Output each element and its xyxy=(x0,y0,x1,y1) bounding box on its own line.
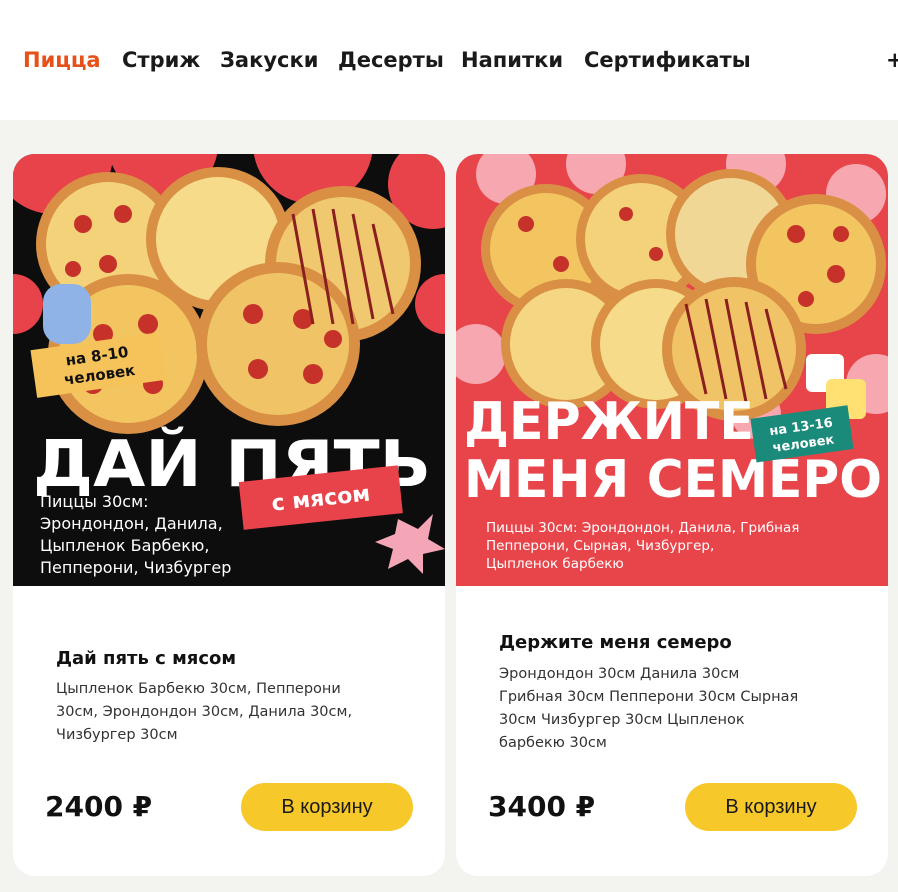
nav-item-desserts[interactable]: Десерты xyxy=(338,48,444,72)
nav-more-button[interactable]: + xyxy=(886,48,898,72)
banner-text-line: Пепперони, Чизбургер xyxy=(40,558,231,577)
product-price: 2400 ₽ xyxy=(45,790,153,823)
banner-text-line: Пиццы 30см: Эрондондон, Данила, Грибная xyxy=(486,520,799,536)
add-to-cart-button[interactable]: В корзину xyxy=(241,783,413,831)
description-line: 30см Чизбургер 30см Цыпленок xyxy=(499,712,745,728)
product-banner-image: ДЕРЖИТЕ МЕНЯ СЕМЕРО на 13-16 человек Пиц… xyxy=(456,154,888,586)
description-line: Чизбургер 30см xyxy=(56,727,178,743)
banner-text-line: Цыпленок Барбекю, xyxy=(40,536,209,555)
product-description: Эрондондон 30см Данила 30см Грибная 30см… xyxy=(499,663,829,755)
category-nav: Пицца Стриж Закуски Десерты Напитки Серт… xyxy=(0,0,898,120)
nav-item-certificates[interactable]: Сертификаты xyxy=(584,48,751,72)
product-title: Держите меня семеро xyxy=(499,632,732,653)
banner-text-line: Пепперони, Сырная, Чизбургер, xyxy=(486,538,714,554)
nav-item-pizza[interactable]: Пицца xyxy=(23,48,101,72)
banner-headline: МЕНЯ СЕМЕРО xyxy=(464,450,882,510)
nav-item-strizh[interactable]: Стриж xyxy=(122,48,200,72)
hand-icon xyxy=(43,284,91,344)
description-line: 30см, Эрондондон 30см, Данила 30см, xyxy=(56,704,353,720)
description-line: барбекю 30см xyxy=(499,735,607,751)
banner-headline: ДЕРЖИТЕ xyxy=(464,392,754,452)
product-price: 3400 ₽ xyxy=(488,790,596,823)
product-card[interactable]: на 8-10 человек ДАЙ ПЯТЬ с мясом Пиццы 3… xyxy=(13,154,445,876)
banner-text-line: Цыпленок барбекю xyxy=(486,556,624,572)
product-card[interactable]: ДЕРЖИТЕ МЕНЯ СЕМЕРО на 13-16 человек Пиц… xyxy=(456,154,888,876)
product-title: Дай пять с мясом xyxy=(56,648,237,669)
product-banner-image: на 8-10 человек ДАЙ ПЯТЬ с мясом Пиццы 3… xyxy=(13,154,445,586)
product-description: Цыпленок Барбекю 30см, Пепперони 30см, Э… xyxy=(56,678,386,747)
banner-text-line: Эрондондон, Данила, xyxy=(40,514,223,533)
nav-item-drinks[interactable]: Напитки xyxy=(461,48,563,72)
description-line: Цыпленок Барбекю 30см, Пепперони xyxy=(56,681,341,697)
description-line: Эрондондон 30см Данила 30см xyxy=(499,666,740,682)
nav-item-snacks[interactable]: Закуски xyxy=(220,48,318,72)
banner-text-line: Пиццы 30см: xyxy=(40,492,149,511)
description-line: Грибная 30см Пепперони 30см Сырная xyxy=(499,689,799,705)
add-to-cart-button[interactable]: В корзину xyxy=(685,783,857,831)
